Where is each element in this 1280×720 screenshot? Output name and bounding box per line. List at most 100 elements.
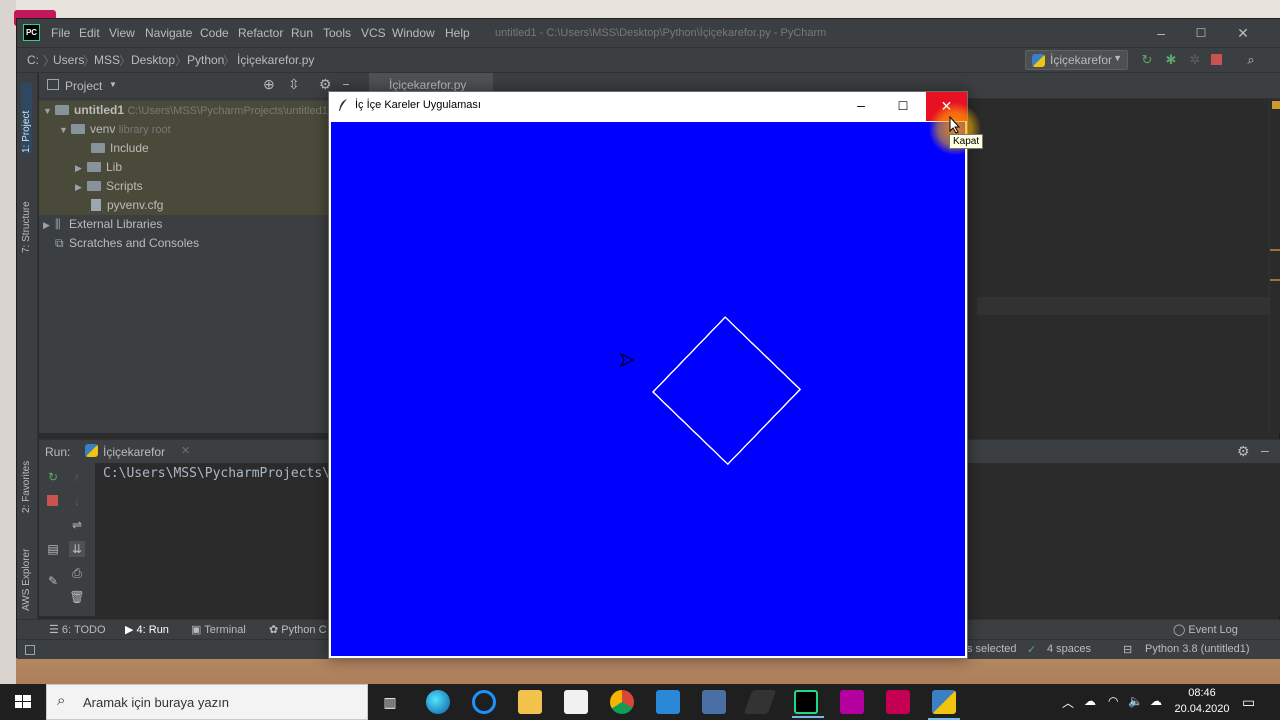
menu-view[interactable]: View (109, 26, 135, 40)
locate-icon[interactable]: ⊕ (263, 76, 275, 93)
project-tool-tab[interactable]: 1: Project (21, 83, 32, 153)
warning-marker[interactable] (1270, 279, 1280, 281)
tree-item-lib[interactable]: ▶ Lib (39, 158, 349, 177)
run-tab-label[interactable]: İçiçekarefor (103, 445, 165, 459)
file-explorer-icon[interactable] (518, 690, 542, 714)
trash-icon[interactable]: 🗑 (69, 589, 85, 605)
breadcrumb-drive[interactable]: C: (27, 53, 39, 67)
stop-icon[interactable] (1211, 54, 1222, 65)
pen-app-icon[interactable] (743, 690, 777, 714)
python-console-tab[interactable]: ✿ Python C (269, 623, 327, 636)
layout-icon[interactable]: ▤ (45, 541, 61, 557)
gear-icon[interactable]: ⚙ (1237, 443, 1250, 460)
interpreter-status[interactable]: Python 3.8 (untitled1) (1145, 643, 1250, 655)
square-outline (652, 316, 801, 465)
wifi-icon[interactable]: ◠ (1108, 694, 1118, 708)
minimize-button[interactable]: – (843, 92, 879, 121)
pin-icon[interactable]: ✎ (45, 573, 61, 589)
tree-item-scripts[interactable]: ▶ Scripts (39, 177, 349, 196)
tree-item-pyvenv[interactable]: pyvenv.cfg (39, 196, 349, 215)
menu-edit[interactable]: Edit (79, 26, 100, 40)
tool-window-toggle-icon[interactable] (25, 645, 35, 655)
coverage-icon[interactable]: ✲ (1187, 52, 1203, 68)
chrome-icon[interactable] (610, 690, 634, 714)
menu-tools[interactable]: Tools (323, 26, 351, 40)
tree-item-venv[interactable]: ▼ venv library root (39, 120, 349, 139)
menu-window[interactable]: Window (392, 26, 435, 40)
turtle-canvas[interactable] (331, 122, 965, 656)
run-configuration-select[interactable]: İçiçekarefor ▼ (1025, 50, 1128, 70)
tree-item-external-libraries[interactable]: ▶ ⫼ External Libraries (39, 215, 349, 234)
tree-item-label: venv (90, 122, 116, 136)
chevron-up-icon[interactable]: ︿ (1062, 694, 1074, 711)
collapse-all-icon[interactable]: ⇳ (288, 76, 300, 93)
close-tab-icon[interactable]: ✕ (181, 444, 190, 457)
lock-icon[interactable]: ⊟ (1123, 643, 1132, 656)
tree-item-untitled1[interactable]: ▼ untitled1 C:\Users\MSS\PycharmProjects\… (39, 101, 349, 120)
media-app-icon[interactable] (840, 690, 864, 714)
store-icon[interactable] (564, 690, 588, 714)
breadcrumb-python[interactable]: Python (187, 53, 224, 67)
python-turtle-taskbar-icon[interactable] (928, 690, 960, 720)
aws-explorer-tool-tab[interactable]: AWS Explorer (21, 545, 32, 611)
rerun-icon[interactable]: ↻ (45, 469, 61, 485)
turtle-titlebar[interactable]: İç İçe Kareler Uygulaması – ☐ ✕ (329, 92, 967, 121)
menu-help[interactable]: Help (445, 26, 470, 40)
terminal-tab[interactable]: ▣ Terminal (191, 623, 246, 636)
structure-tool-tab[interactable]: 7: Structure (21, 183, 32, 253)
stop-icon[interactable] (47, 495, 58, 506)
notifications-icon[interactable]: ▭ (1242, 694, 1255, 711)
media-app-2-icon[interactable] (886, 690, 910, 714)
breadcrumb-file[interactable]: İçiçekarefor.py (237, 53, 314, 67)
menu-run[interactable]: Run (291, 26, 313, 40)
clock-time[interactable]: 08:46 (1178, 687, 1226, 699)
scroll-down-icon[interactable]: ↓ (69, 493, 85, 509)
tree-item-include[interactable]: Include (39, 139, 349, 158)
clock-date[interactable]: 20.04.2020 (1172, 703, 1232, 715)
run-configuration-label: İçiçekarefor (1050, 53, 1113, 67)
search-icon[interactable]: ⌕ (1243, 52, 1259, 68)
search-icon: ⌕ (57, 692, 66, 709)
onedrive-icon[interactable]: ☁ (1150, 694, 1162, 708)
menu-code[interactable]: Code (200, 26, 229, 40)
scroll-up-icon[interactable]: ↑ (69, 469, 85, 485)
task-view-icon[interactable]: ▥ (378, 690, 402, 714)
menu-refactor[interactable]: Refactor (238, 26, 283, 40)
event-log-tab[interactable]: ◯ Event Log (1173, 623, 1238, 636)
indent-status[interactable]: 4 spaces (1047, 643, 1091, 655)
run-tool-tab[interactable]: ▶ 4: Run (125, 623, 169, 636)
todo-tab[interactable]: ☰ 6: TODO (49, 623, 106, 636)
network-app-icon[interactable] (702, 690, 726, 714)
project-panel-title[interactable]: Project (65, 79, 102, 93)
hide-icon[interactable]: – (1261, 442, 1269, 458)
pycharm-taskbar-icon[interactable] (792, 690, 824, 718)
breadcrumb-mss[interactable]: MSS (94, 53, 120, 67)
scroll-to-end-icon[interactable]: ⇊ (69, 541, 85, 557)
chevron-down-icon[interactable]: ▼ (109, 80, 117, 89)
maximize-button[interactable]: ☐ (885, 92, 921, 121)
taskbar-search-box[interactable]: ⌕ Aramak için buraya yazın (46, 684, 368, 720)
breadcrumb-users[interactable]: Users (53, 53, 84, 67)
minimize-button[interactable]: – (1141, 22, 1181, 44)
debug-bug-icon[interactable]: ✱ (1163, 52, 1179, 68)
print-icon[interactable]: ⎙ (69, 565, 85, 581)
speaker-icon[interactable]: 🔈 (1128, 694, 1143, 708)
menu-navigate[interactable]: Navigate (145, 26, 192, 40)
breadcrumb-desktop[interactable]: Desktop (131, 53, 175, 67)
warning-marker[interactable] (1270, 249, 1280, 251)
maximize-button[interactable]: ☐ (1181, 22, 1221, 44)
soft-wrap-icon[interactable]: ⇌ (69, 517, 85, 533)
photos-icon[interactable] (656, 690, 680, 714)
tree-item-scratches[interactable]: ⧉ Scratches and Consoles (39, 234, 349, 253)
cloud-icon[interactable]: ☁ (1084, 694, 1096, 708)
inspection-status-icon[interactable] (1272, 101, 1280, 109)
menu-file[interactable]: File (51, 26, 70, 40)
start-button[interactable] (0, 684, 46, 720)
rerun-icon[interactable]: ↻ (1139, 52, 1155, 68)
edge-icon[interactable] (426, 690, 450, 714)
favorites-tool-tab[interactable]: 2: Favorites (21, 453, 32, 513)
internet-explorer-icon[interactable] (472, 690, 496, 714)
close-button[interactable]: ✕ (1223, 22, 1263, 44)
square-outline (652, 316, 801, 465)
menu-vcs[interactable]: VCS (361, 26, 386, 40)
